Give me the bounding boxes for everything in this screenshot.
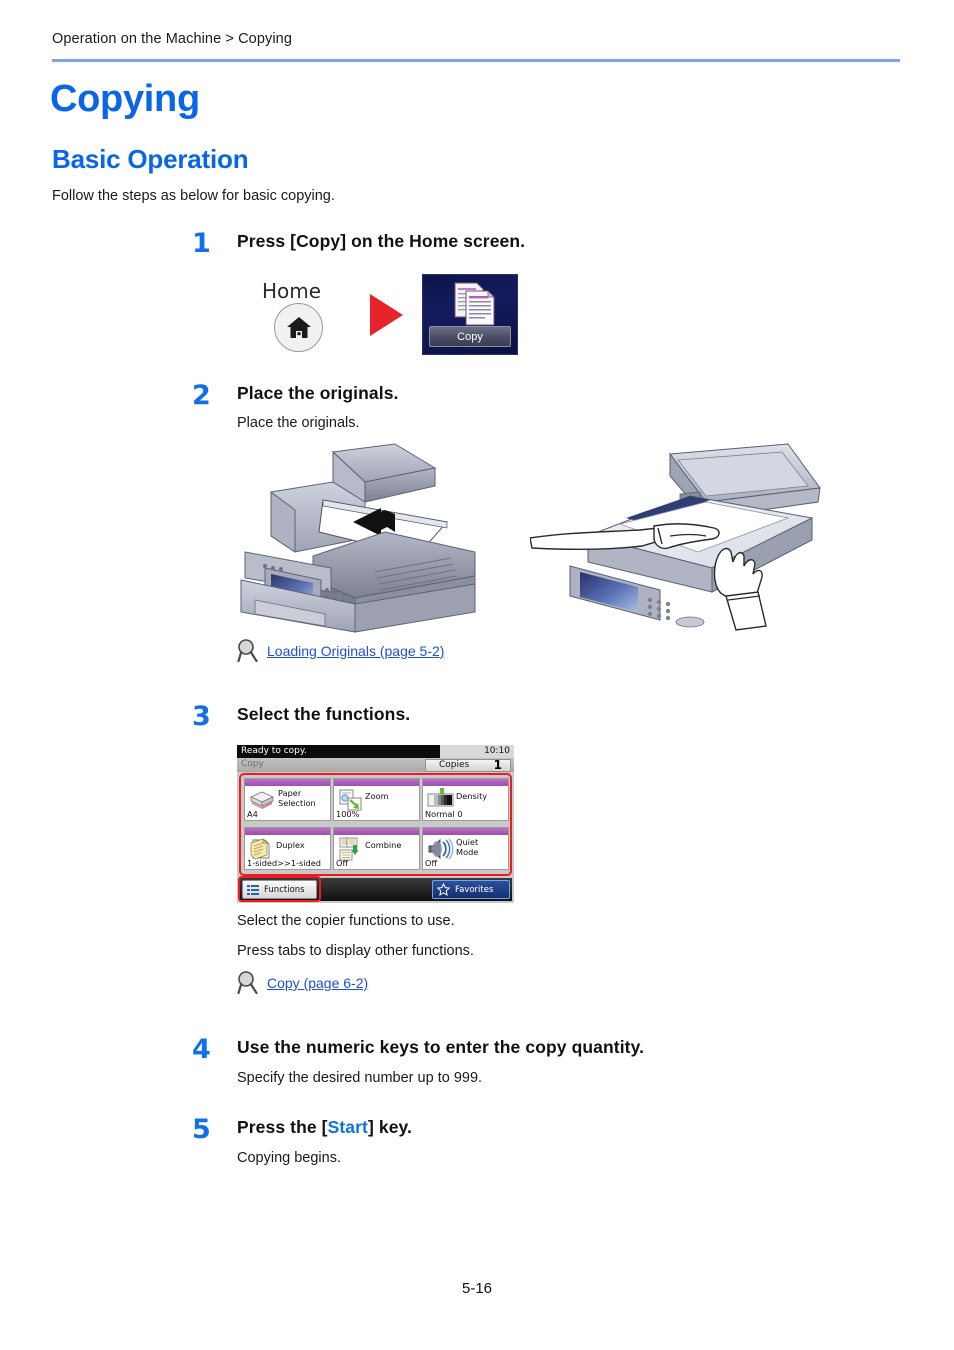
step-number-1: 1 [192,228,211,259]
step-body-2: Place the originals. [237,415,360,431]
tile-zoom-value: 100% [336,809,360,819]
step-number-4: 4 [192,1034,211,1065]
step-body-3a: Select the copier functions to use. [237,913,455,929]
right-arrow-icon [370,294,403,336]
step-body-4: Specify the desired number up to 999. [237,1070,483,1086]
step-heading-5-post: ] key. [367,1117,413,1137]
tile-density-label: Density [456,791,488,801]
manual-page: Operation on the Machine > Copying Copyi… [0,0,954,1350]
copies-field[interactable]: Copies 1 [425,758,511,772]
functions-button[interactable]: Functions [242,880,317,899]
panel-clock: 10:10 [484,745,510,756]
step-heading-4: Use the numeric keys to enter the copy q… [237,1037,645,1057]
tile-zoom[interactable]: Zoom 100% [333,778,420,821]
header-divider [52,59,900,62]
copy-touch-panel: Ready to copy. 10:10 Copy Copies 1 Paper… [237,745,514,903]
home-copy-tile-label: Copy [429,326,511,347]
tile-quiet-mode-value: Off [425,858,438,868]
step-body-5: Copying begins. [237,1150,341,1166]
step-number-5: 5 [192,1114,211,1145]
tile-paper-selection[interactable]: Paper Selection A4 [244,778,331,821]
step-number-2: 2 [192,380,211,411]
tile-combine-label: Combine [365,840,402,850]
page-number: 5-16 [461,1280,493,1297]
magnifier-icon [237,639,258,663]
step-heading-2: Place the originals. [237,383,399,403]
xref-copy[interactable]: Copy (page 6-2) [237,970,368,996]
step-heading-3: Select the functions. [237,704,411,724]
functions-button-label: Functions [264,884,305,895]
breadcrumb: Operation on the Machine > Copying [52,31,292,47]
tile-zoom-label: Zoom [365,791,389,801]
tile-duplex-label: Duplex [276,840,305,850]
favorites-button[interactable]: Favorites [432,880,510,899]
panel-mode-bar: Copy Copies 1 [237,758,514,772]
tile-paper-selection-value: A4 [247,809,258,819]
house-icon [286,316,311,338]
star-icon [437,883,450,896]
tile-duplex[interactable]: Duplex 1-sided>>1-sided [244,827,331,870]
step-body-3b: Press tabs to display other functions. [237,943,474,959]
panel-status-bar: Ready to copy. 10:10 [237,745,514,758]
tile-duplex-value: 1-sided>>1-sided [247,858,321,868]
tile-density[interactable]: Density Normal 0 [422,778,509,821]
home-key-button[interactable] [274,303,323,352]
home-key-label: Home [262,279,322,303]
section-title: Basic Operation [52,144,249,174]
tile-density-value: Normal 0 [425,809,463,819]
step-heading-1: Press [Copy] on the Home screen. [237,231,526,251]
step-heading-5: Press the [Start] key. [237,1117,412,1138]
start-key-keyword: Start [327,1117,368,1137]
mfp-platen-glass-hands-illustration [529,440,830,640]
step-number-3: 3 [192,701,211,732]
panel-mode-label: Copy [241,759,264,769]
panel-status-message: Ready to copy. [241,745,307,756]
page-title: Copying [50,78,200,120]
mfp-document-feeder-illustration [235,440,485,640]
home-copy-tile[interactable]: Copy [422,274,518,355]
tile-quiet-mode-label: Quiet Mode [456,837,479,857]
copy-pages-icon [454,282,495,326]
xref-loading-originals[interactable]: Loading Originals (page 5-2) [237,638,444,664]
tile-combine-value: Off [336,858,349,868]
favorites-button-label: Favorites [455,884,494,895]
intro-paragraph: Follow the steps as below for basic copy… [52,188,335,204]
tile-combine[interactable]: Combine Off [333,827,420,870]
list-icon [247,884,259,895]
copies-value: 1 [493,758,502,772]
tile-paper-selection-label: Paper Selection [278,788,316,808]
tile-quiet-mode[interactable]: Quiet Mode Off [422,827,509,870]
xref-loading-originals-label: Loading Originals (page 5-2) [267,643,445,659]
magnifier-icon [237,971,258,995]
function-tiles-highlight: Paper Selection A4 Zoom 100% Density Nor… [239,773,512,876]
step-heading-5-pre: Press the [ [237,1117,328,1137]
copies-label: Copies [439,760,470,770]
xref-copy-label: Copy (page 6-2) [267,975,369,991]
